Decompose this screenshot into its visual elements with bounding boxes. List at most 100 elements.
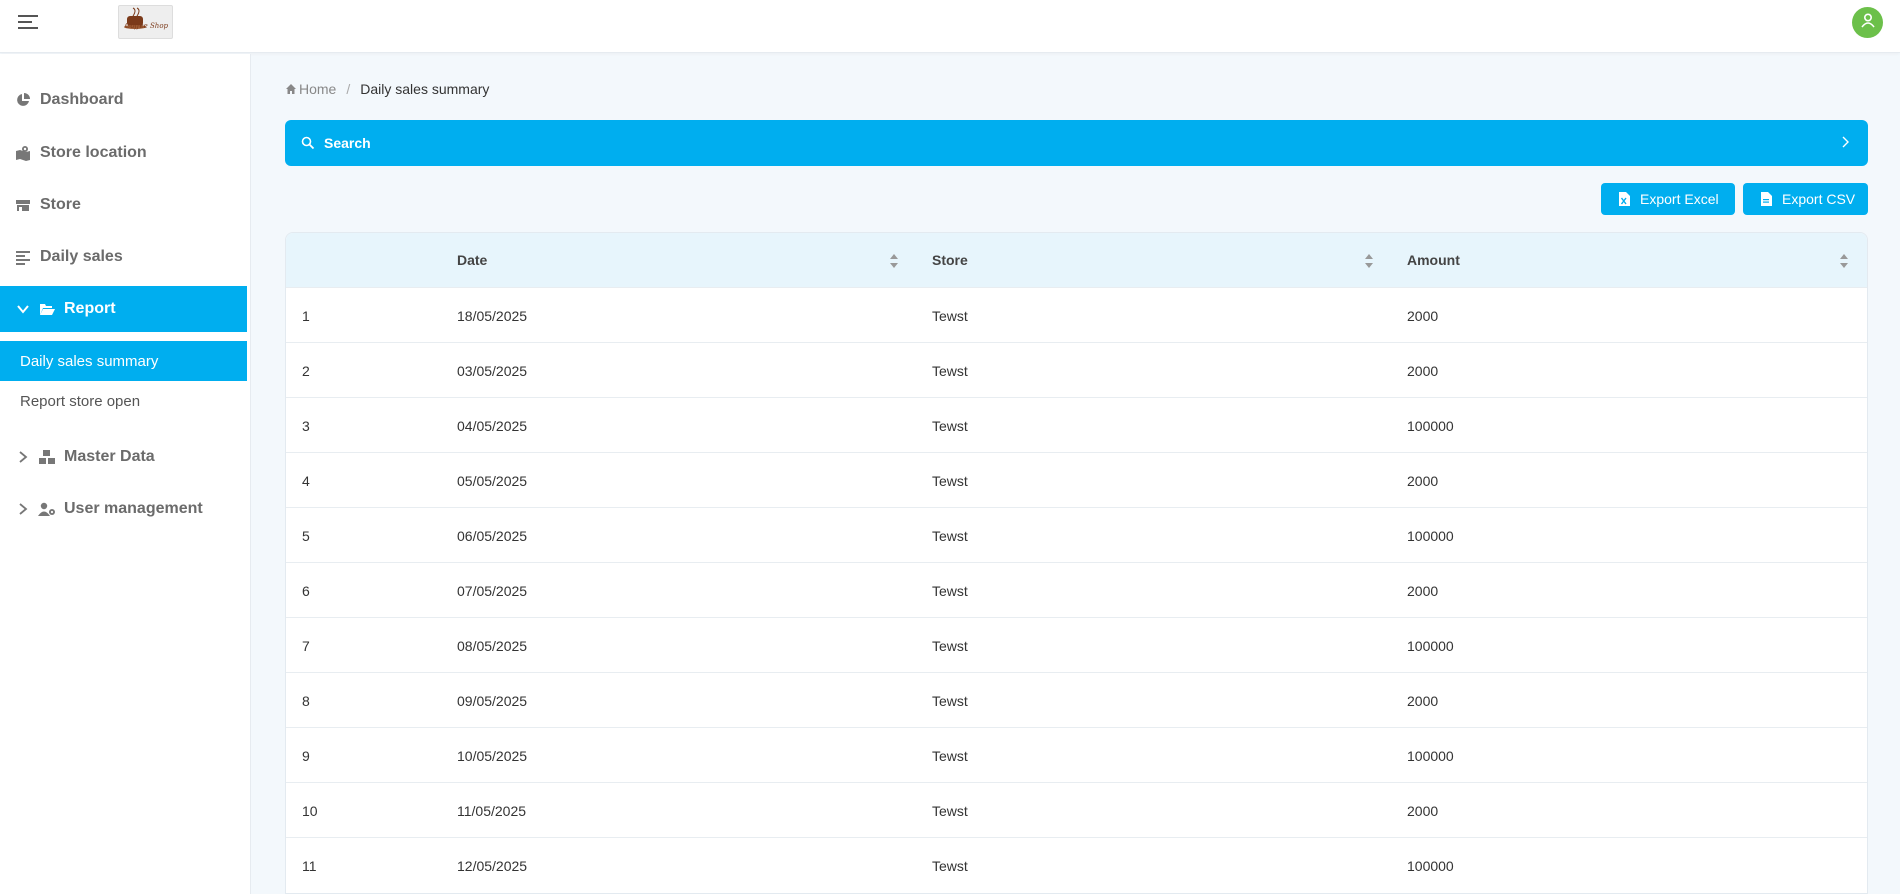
table-row[interactable]: 8 09/05/2025 Tewst 2000 — [286, 672, 1868, 727]
cell-store: Tewst — [932, 728, 968, 783]
cell-store: Tewst — [932, 453, 968, 508]
column-header-amount[interactable]: Amount — [1407, 233, 1460, 287]
sidebar-item-dashboard[interactable]: Dashboard — [0, 77, 247, 123]
folder-open-icon — [38, 300, 56, 318]
hamburger-icon[interactable] — [17, 12, 41, 32]
export-excel-label: Export Excel — [1640, 191, 1719, 207]
sidebar: Dashboard Store location Store Daily sal… — [0, 54, 251, 894]
search-icon — [301, 136, 315, 150]
table-row[interactable]: 7 08/05/2025 Tewst 100000 — [286, 617, 1868, 672]
sidebar-item-master-data[interactable]: Master Data — [0, 434, 247, 480]
cell-date: 09/05/2025 — [457, 673, 527, 728]
sales-summary-table: Date Store Amount 1 18/05/2025 Tewst 200… — [285, 232, 1868, 894]
cell-index: 1 — [302, 288, 310, 343]
sidebar-subitem-label: Report store open — [20, 393, 140, 410]
cell-amount: 100000 — [1407, 508, 1454, 563]
cell-index: 10 — [302, 783, 318, 838]
cell-date: 04/05/2025 — [457, 398, 527, 453]
cell-date: 03/05/2025 — [457, 343, 527, 398]
user-avatar[interactable] — [1852, 7, 1883, 38]
users-gear-icon — [38, 500, 56, 518]
cell-amount: 2000 — [1407, 288, 1438, 343]
export-csv-label: Export CSV — [1782, 191, 1855, 207]
table-row[interactable]: 2 03/05/2025 Tewst 2000 — [286, 342, 1868, 397]
cell-store: Tewst — [932, 838, 968, 893]
store-icon — [14, 196, 32, 214]
sort-icon[interactable] — [1839, 253, 1849, 269]
cell-amount: 100000 — [1407, 728, 1454, 783]
search-panel-toggle[interactable]: Search — [285, 120, 1868, 166]
cell-index: 5 — [302, 508, 310, 563]
cell-store: Tewst — [932, 343, 968, 398]
breadcrumb: Home / Daily sales summary — [285, 80, 489, 98]
table-row[interactable]: 3 04/05/2025 Tewst 100000 — [286, 397, 1868, 452]
sidebar-subitem-label: Daily sales summary — [20, 353, 158, 370]
logo-text: Coffee Shop — [119, 22, 173, 30]
cubes-icon — [38, 448, 56, 466]
table-row[interactable]: 6 07/05/2025 Tewst 2000 — [286, 562, 1868, 617]
export-excel-button[interactable]: Export Excel — [1601, 183, 1735, 215]
sidebar-item-store-location[interactable]: Store location — [0, 130, 247, 176]
sidebar-subitem-daily-sales-summary[interactable]: Daily sales summary — [0, 341, 247, 381]
chevron-right-icon — [16, 450, 30, 464]
sidebar-subitem-report-store-open[interactable]: Report store open — [0, 381, 247, 421]
cell-store: Tewst — [932, 288, 968, 343]
cell-store: Tewst — [932, 618, 968, 673]
breadcrumb-home[interactable]: Home — [285, 81, 336, 97]
user-icon — [1860, 12, 1876, 33]
sort-icon[interactable] — [1364, 253, 1374, 269]
column-header-store[interactable]: Store — [932, 233, 968, 287]
sort-icon[interactable] — [889, 253, 899, 269]
table-row[interactable]: 9 10/05/2025 Tewst 100000 — [286, 727, 1868, 782]
cell-date: 12/05/2025 — [457, 838, 527, 893]
table-row[interactable]: 5 06/05/2025 Tewst 100000 — [286, 507, 1868, 562]
cell-amount: 2000 — [1407, 783, 1438, 838]
table-row[interactable]: 1 18/05/2025 Tewst 2000 — [286, 287, 1868, 342]
sidebar-item-user-management[interactable]: User management — [0, 486, 247, 532]
cell-store: Tewst — [932, 783, 968, 838]
cell-store: Tewst — [932, 508, 968, 563]
table-header: Date Store Amount — [286, 233, 1868, 287]
sidebar-item-label: Store — [40, 196, 81, 214]
chevron-right-icon — [1840, 135, 1852, 152]
cell-amount: 2000 — [1407, 673, 1438, 728]
map-icon — [14, 144, 32, 162]
cell-amount: 100000 — [1407, 398, 1454, 453]
cell-store: Tewst — [932, 398, 968, 453]
file-excel-icon — [1618, 192, 1630, 206]
chevron-right-icon — [16, 502, 30, 516]
cell-store: Tewst — [932, 563, 968, 618]
sidebar-item-daily-sales[interactable]: Daily sales — [0, 234, 247, 280]
cell-index: 4 — [302, 453, 310, 508]
cell-date: 11/05/2025 — [457, 783, 526, 838]
cell-index: 3 — [302, 398, 310, 453]
home-icon — [285, 83, 297, 95]
cell-date: 07/05/2025 — [457, 563, 527, 618]
search-panel-label: Search — [324, 135, 371, 151]
table-row[interactable]: 10 11/05/2025 Tewst 2000 — [286, 782, 1868, 837]
chevron-down-icon — [16, 302, 30, 316]
top-bar: Coffee Shop — [0, 0, 1900, 53]
table-row[interactable]: 11 12/05/2025 Tewst 100000 — [286, 837, 1868, 892]
column-header-date[interactable]: Date — [457, 233, 487, 287]
list-icon — [14, 248, 32, 266]
breadcrumb-current: Daily sales summary — [360, 81, 489, 97]
cell-date: 18/05/2025 — [457, 288, 527, 343]
cell-index: 8 — [302, 673, 310, 728]
cell-index: 9 — [302, 728, 310, 783]
sidebar-item-store[interactable]: Store — [0, 182, 247, 228]
cell-amount: 2000 — [1407, 453, 1438, 508]
cell-amount: 2000 — [1407, 563, 1438, 618]
breadcrumb-separator: / — [346, 81, 350, 97]
cell-index: 6 — [302, 563, 310, 618]
cell-store: Tewst — [932, 673, 968, 728]
sidebar-item-label: Report — [64, 300, 116, 318]
sidebar-item-label: User management — [64, 500, 203, 518]
cell-amount: 100000 — [1407, 838, 1454, 893]
export-csv-button[interactable]: Export CSV — [1743, 183, 1868, 215]
table-row[interactable]: 4 05/05/2025 Tewst 2000 — [286, 452, 1868, 507]
sidebar-item-report[interactable]: Report — [0, 286, 247, 332]
sidebar-item-label: Daily sales — [40, 248, 123, 266]
pie-chart-icon — [14, 91, 32, 109]
app-logo[interactable]: Coffee Shop — [118, 5, 173, 39]
